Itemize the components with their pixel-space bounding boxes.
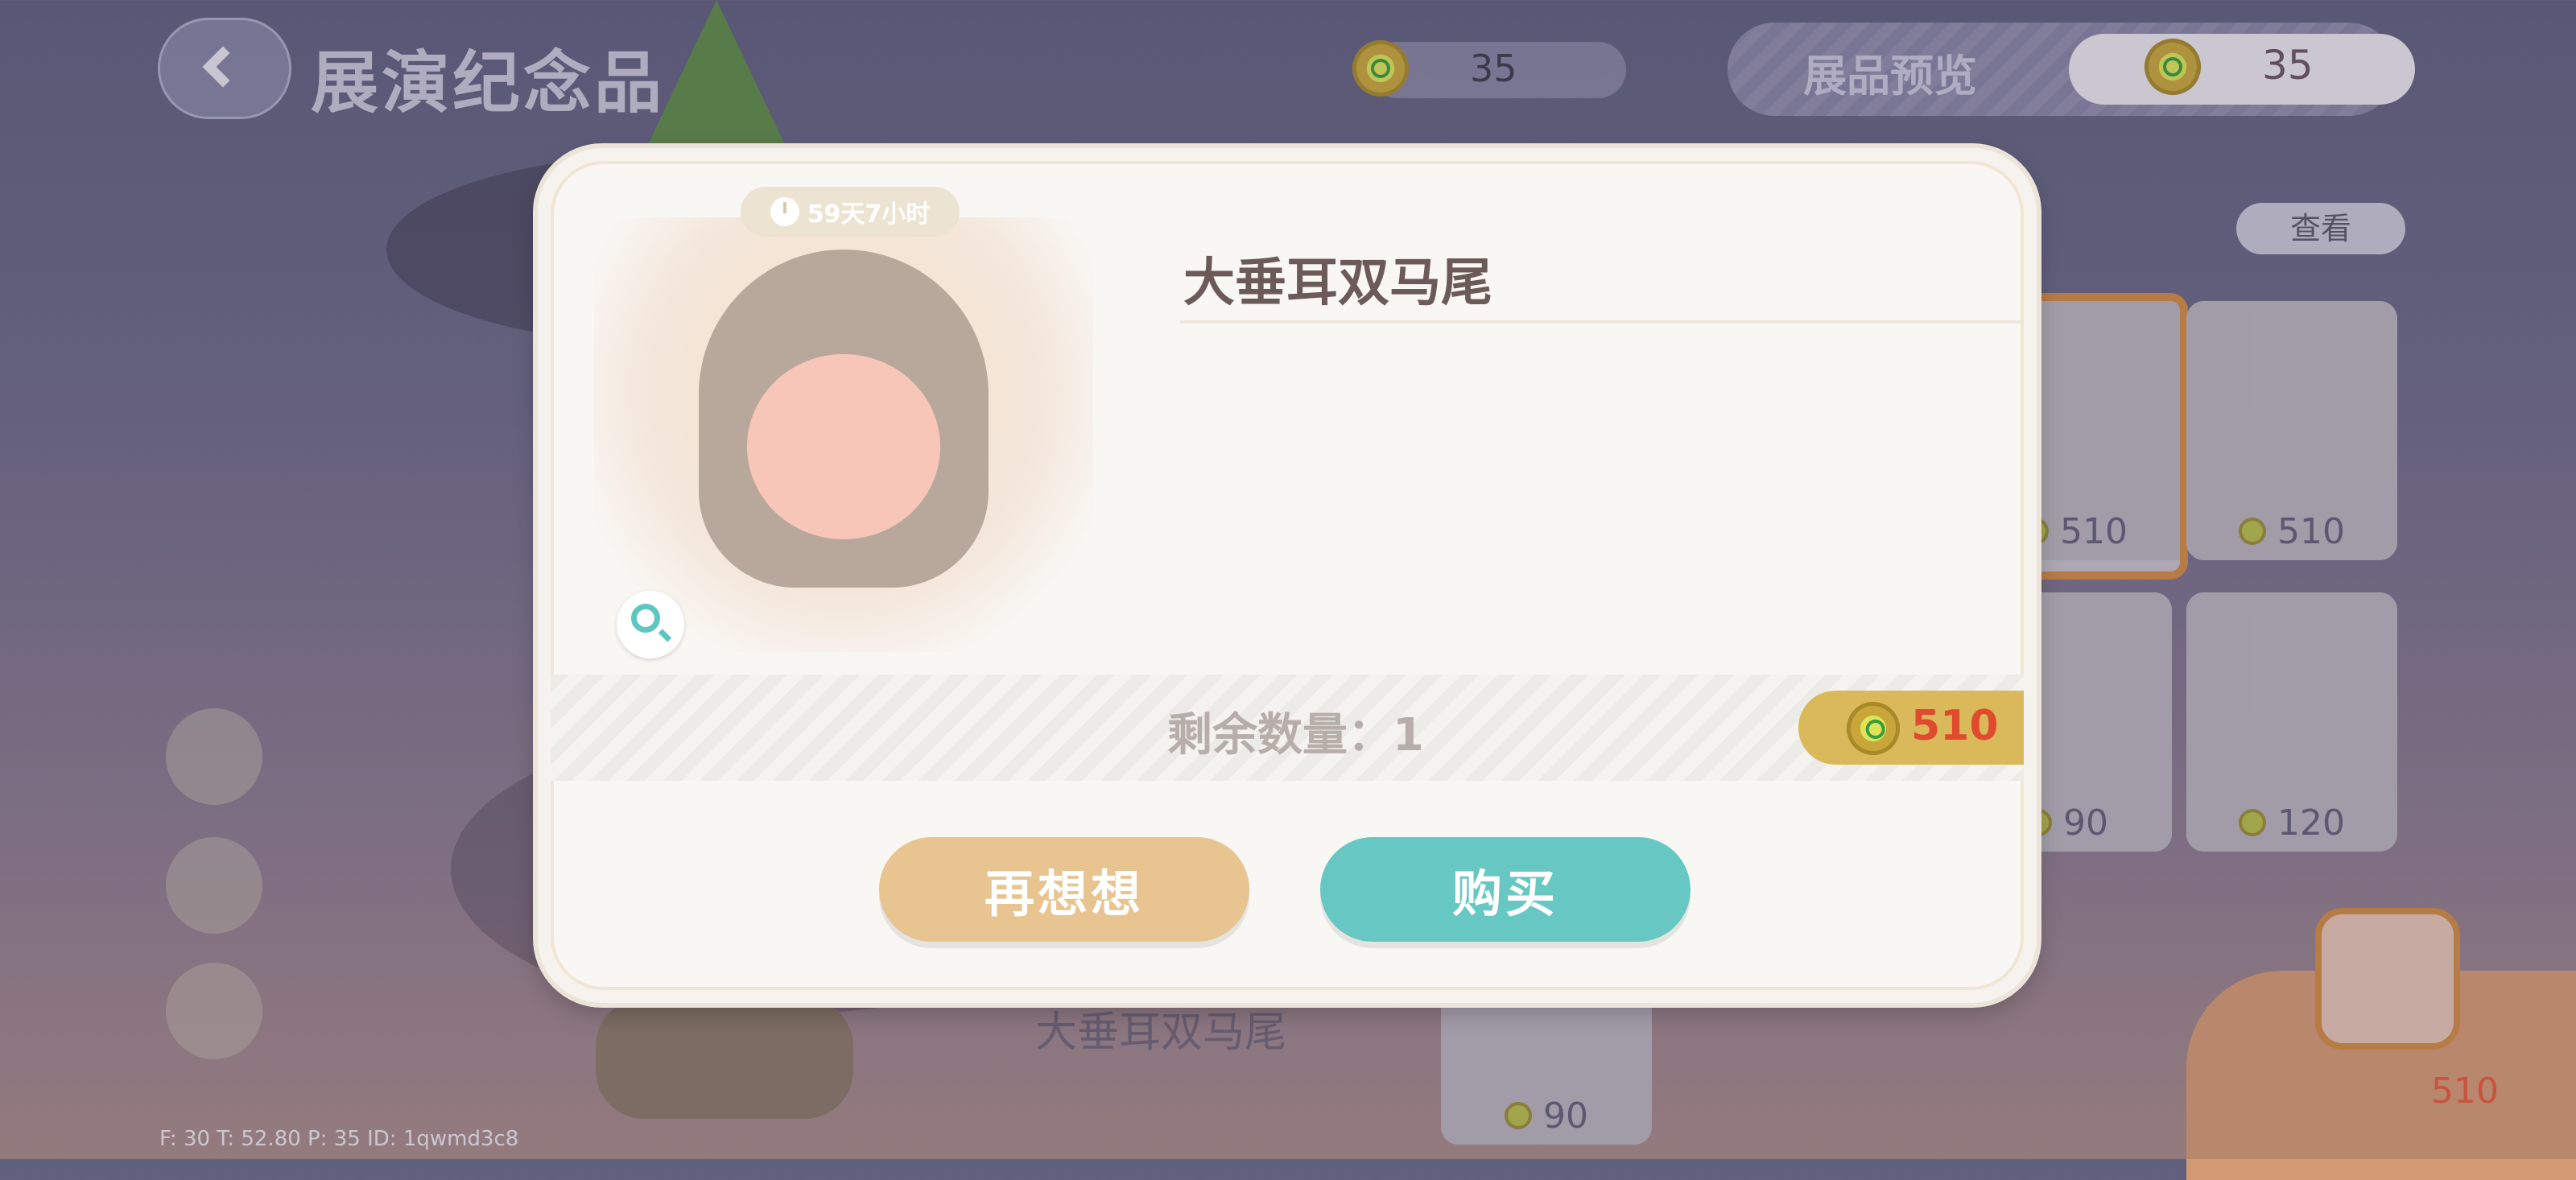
item-name: 大垂耳双马尾 xyxy=(1183,254,1492,313)
clock-icon xyxy=(770,197,799,226)
item-preview-image xyxy=(594,217,1093,652)
remaining-quantity: 剩余数量：1 xyxy=(1167,709,1424,761)
face-illustration xyxy=(747,354,940,539)
zoom-preview-icon[interactable] xyxy=(617,591,684,658)
item-price: 510 xyxy=(1911,702,1999,750)
time-remaining-text: 59天7小时 xyxy=(807,200,931,229)
buy-button[interactable]: 购买 xyxy=(1320,837,1690,942)
cancel-button[interactable]: 再想想 xyxy=(879,837,1249,942)
time-remaining-badge: 59天7小时 xyxy=(741,187,960,237)
divider xyxy=(1180,320,2024,324)
